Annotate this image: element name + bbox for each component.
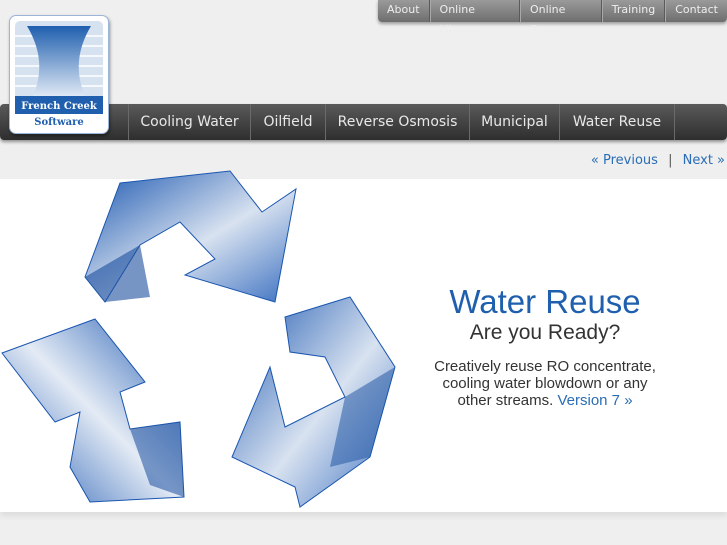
banner-title: Water Reuse <box>449 283 641 320</box>
top-nav-about[interactable]: About <box>378 0 430 22</box>
banner[interactable]: Water Reuse Are you Ready? Creatively re… <box>0 170 727 512</box>
main-nav-water-reuse[interactable]: Water Reuse <box>559 104 675 140</box>
top-nav-training[interactable]: Training <box>601 0 666 22</box>
main-nav-oilfield[interactable]: Oilfield <box>250 104 325 140</box>
recycle-arrows-icon <box>1 170 396 508</box>
banner-body: Creatively reuse RO concentrate, cooling… <box>400 358 690 409</box>
previous-link[interactable]: « Previous <box>591 153 658 168</box>
banner-subtitle: Are you Ready? <box>469 321 621 344</box>
top-nav: About Online Library Online Store Traini… <box>378 0 727 36</box>
main-nav-cooling-water[interactable]: Cooling Water <box>128 104 250 140</box>
main-nav-reverse-osmosis[interactable]: Reverse Osmosis <box>325 104 469 140</box>
version-7-link[interactable]: Version 7 » <box>557 392 632 409</box>
main-nav: Cooling Water Oilfield Reverse Osmosis M… <box>0 104 727 140</box>
logo[interactable]: French Creek Software <box>9 15 109 134</box>
top-nav-contact[interactable]: Contact <box>665 0 727 22</box>
pager: « Previous | Next » <box>591 153 725 168</box>
pager-separator: | <box>668 153 673 168</box>
top-nav-online-store[interactable]: Online Store <box>519 0 602 36</box>
main-nav-municipal[interactable]: Municipal <box>469 104 559 140</box>
logo-text-1: French Creek <box>21 101 98 112</box>
next-link[interactable]: Next » <box>683 153 725 168</box>
top-nav-online-library[interactable]: Online Library <box>429 0 520 36</box>
logo-tower-icon: French Creek Software <box>15 21 103 128</box>
logo-text-2: Software <box>34 117 84 128</box>
